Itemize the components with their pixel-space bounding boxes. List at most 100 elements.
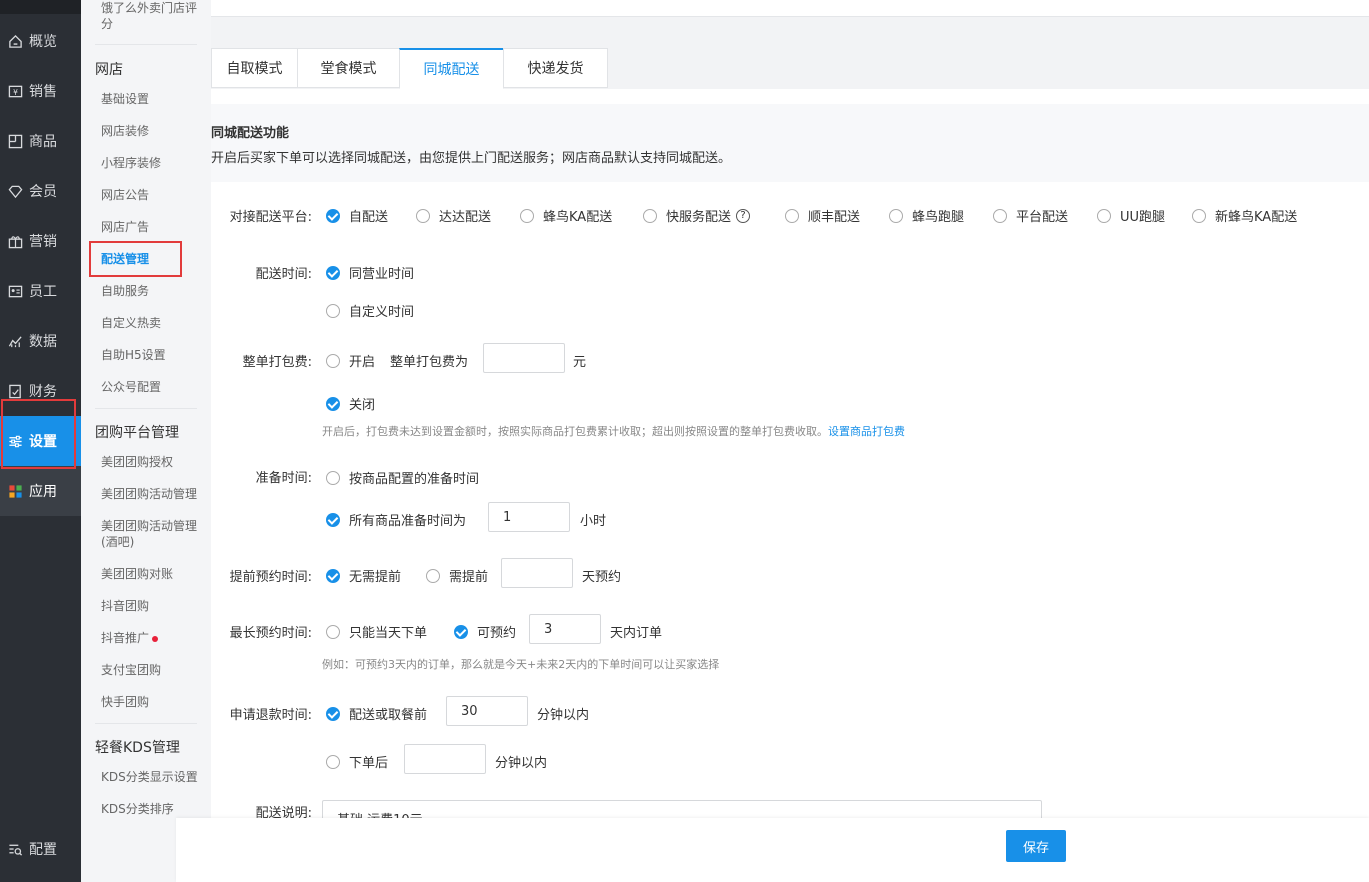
nav-item-apps[interactable]: 应用 — [0, 466, 81, 516]
radio-icon — [326, 353, 340, 368]
nav-item-config[interactable]: 配置 — [0, 824, 81, 874]
nav-item-data[interactable]: 数据 — [0, 316, 81, 366]
delivery-time-custom[interactable]: 自定义时间 — [326, 301, 414, 320]
hint-text: 开启后，打包费未达到设置金额时，按照实际商品打包费累计收取；超出则按照设置的整单… — [322, 425, 828, 438]
option-label: 开启 — [349, 355, 376, 370]
nav-item-label: 会员 — [29, 184, 57, 200]
refund-after-minutes-input[interactable] — [404, 744, 486, 774]
platform-option-sf[interactable]: 顺丰配送 — [785, 206, 860, 225]
subnav-item[interactable]: 自助服务 — [101, 283, 205, 299]
packing-fee-input[interactable] — [483, 343, 565, 373]
radio-icon — [643, 208, 657, 223]
platform-option-fengniao-ka[interactable]: 蜂鸟KA配送 — [520, 206, 612, 225]
option-label: 无需提前 — [349, 570, 402, 585]
packing-fee-on[interactable]: 开启 — [326, 351, 375, 370]
subnav-item-delivery[interactable]: 配送管理 — [101, 251, 205, 267]
subnav-item[interactable]: KDS分类排序 — [101, 801, 205, 817]
subnav-item[interactable]: KDS分类显示设置 — [101, 769, 205, 785]
subnav-item[interactable]: 自助H5设置 — [101, 347, 205, 363]
radio-icon — [993, 208, 1007, 223]
nav-item-overview[interactable]: 概览 — [0, 16, 81, 66]
footer-bar — [176, 818, 1369, 882]
subnav-item[interactable]: 网店公告 — [101, 187, 205, 203]
packing-fee-label: 整单打包费: — [242, 355, 312, 370]
max-booking-same-day[interactable]: 只能当天下单 — [326, 622, 427, 641]
refund-after-order[interactable]: 下单后 — [326, 752, 388, 771]
radio-icon — [416, 208, 430, 223]
prep-time-input[interactable] — [488, 502, 570, 532]
save-button[interactable]: 保存 — [1006, 830, 1066, 862]
option-label: 所有商品准备时间为 — [349, 514, 467, 529]
set-goods-packing-fee-link[interactable]: 设置商品打包费 — [828, 425, 905, 438]
nav-item-label: 财务 — [29, 384, 57, 400]
max-booking-allowed[interactable]: 可预约 — [454, 622, 516, 641]
refund-minutes-input[interactable] — [446, 696, 528, 726]
packing-fee-unit: 元 — [573, 355, 587, 370]
subnav-item[interactable]: 网店装修 — [101, 123, 205, 139]
notification-dot — [152, 635, 159, 642]
header-strip — [211, 17, 1369, 31]
nav-item-marketing[interactable]: 营销 — [0, 216, 81, 266]
nav-item-staff[interactable]: 员工 — [0, 266, 81, 316]
svg-text:¥: ¥ — [13, 87, 18, 96]
subnav-item[interactable]: 美团团购活动管理 — [101, 486, 205, 502]
divider — [95, 723, 197, 724]
subnav-item[interactable]: 抖音推广 — [101, 630, 159, 646]
subnav-item[interactable]: 网店广告 — [101, 219, 205, 235]
prep-time-by-goods[interactable]: 按商品配置的准备时间 — [326, 468, 479, 487]
subnav-item-label: 抖音推广 — [101, 631, 150, 645]
refund-time-label: 申请退款时间: — [229, 708, 312, 723]
tab-express[interactable]: 快递发货 — [503, 48, 608, 88]
divider — [95, 44, 197, 45]
radio-icon — [326, 754, 340, 769]
radio-icon — [1097, 208, 1111, 223]
help-icon[interactable]: ? — [736, 208, 751, 223]
subnav-item[interactable]: 基础设置 — [101, 91, 205, 107]
platform-option-new-fengniao-ka[interactable]: 新蜂鸟KA配送 — [1192, 206, 1297, 225]
platform-option-uu[interactable]: UU跑腿 — [1097, 206, 1165, 225]
max-booking-days-input[interactable] — [529, 614, 601, 644]
platform-option-kuaifuwu[interactable]: 快服务配送? — [643, 206, 751, 225]
packing-fee-hint: 开启后，打包费未达到设置金额时，按照实际商品打包费累计收取；超出则按照设置的整单… — [322, 423, 905, 439]
radio-icon — [889, 208, 903, 223]
subnav-group-title: 网店 — [95, 62, 123, 78]
subnav-item[interactable]: 小程序装修 — [101, 155, 205, 171]
tab-local-delivery[interactable]: 同城配送 — [399, 48, 504, 89]
delivery-time-business-hours[interactable]: 同营业时间 — [326, 263, 414, 282]
subnav-item[interactable]: 快手团购 — [101, 694, 205, 710]
secondary-nav: 饿了么外卖门店评分 网店 基础设置 网店装修 小程序装修 网店公告 网店广告 配… — [81, 0, 211, 882]
subnav-item[interactable]: 饿了么外卖门店评分 — [101, 0, 205, 32]
nav-item-goods[interactable]: 商品 — [0, 116, 81, 166]
subnav-group-title: 轻餐KDS管理 — [95, 740, 180, 756]
nav-item-finance[interactable]: 财务 — [0, 366, 81, 416]
max-booking-label: 最长预约时间: — [229, 626, 312, 641]
tab-pickup[interactable]: 自取模式 — [211, 48, 298, 88]
platform-option-platform[interactable]: 平台配送 — [993, 206, 1068, 225]
subnav-item[interactable]: 自定义热卖 — [101, 315, 205, 331]
option-label: 同营业时间 — [349, 267, 415, 282]
subnav-item[interactable]: 支付宝团购 — [101, 662, 205, 678]
refund-before-delivery[interactable]: 配送或取餐前 — [326, 704, 427, 723]
advance-booking-none[interactable]: 无需提前 — [326, 566, 401, 585]
platform-option-dada[interactable]: 达达配送 — [416, 206, 491, 225]
advance-days-input[interactable] — [501, 558, 573, 588]
nav-item-settings[interactable]: 设置 — [0, 416, 81, 466]
advance-booking-required[interactable]: 需提前 — [426, 566, 488, 585]
nav-item-label: 员工 — [29, 284, 57, 300]
option-label: 顺丰配送 — [808, 210, 861, 225]
subnav-item[interactable]: 美团团购活动管理(酒吧) — [101, 518, 205, 550]
packing-fee-off[interactable]: 关闭 — [326, 394, 375, 413]
subnav-item[interactable]: 公众号配置 — [101, 379, 205, 395]
nav-item-sales[interactable]: ¥ 销售 — [0, 66, 81, 116]
nav-item-label: 营销 — [29, 234, 57, 250]
subnav-item[interactable]: 美团团购授权 — [101, 454, 205, 470]
tab-dine-in[interactable]: 堂食模式 — [297, 48, 400, 88]
radio-checked-icon — [326, 568, 340, 583]
nav-item-member[interactable]: 会员 — [0, 166, 81, 216]
platform-option-self[interactable]: 自配送 — [326, 206, 388, 225]
member-icon — [7, 183, 23, 199]
subnav-item[interactable]: 美团团购对账 — [101, 566, 205, 582]
platform-option-fengniao-errand[interactable]: 蜂鸟跑腿 — [889, 206, 964, 225]
prep-time-all-goods[interactable]: 所有商品准备时间为 — [326, 510, 466, 529]
subnav-item[interactable]: 抖音团购 — [101, 598, 205, 614]
